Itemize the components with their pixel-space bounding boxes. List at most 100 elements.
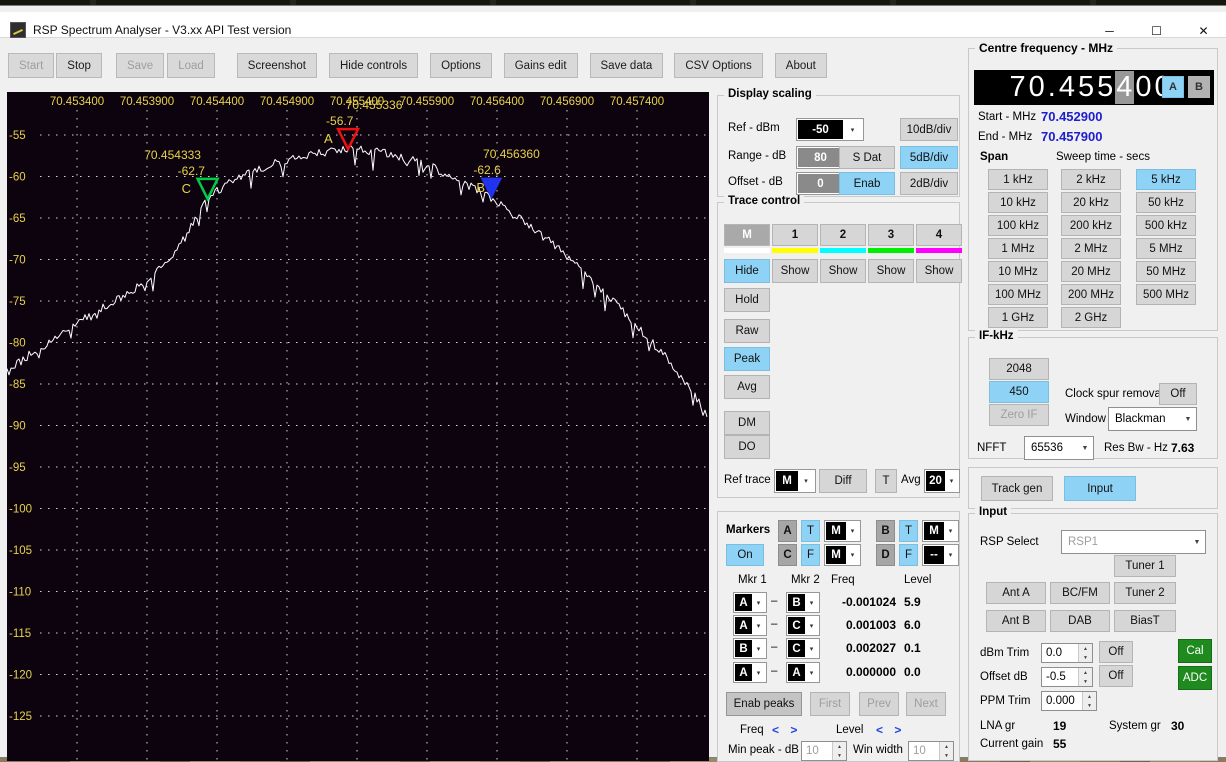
- maximize-button[interactable]: ☐: [1134, 18, 1179, 43]
- span-1-mhz-button[interactable]: 1 MHz: [988, 238, 1048, 259]
- trace-hold-button[interactable]: Hold: [724, 288, 770, 312]
- window-select[interactable]: Blackman ▼: [1108, 407, 1197, 431]
- trace-peak-button[interactable]: Peak: [724, 347, 770, 371]
- spinner-up-icon[interactable]: ▲: [1079, 644, 1092, 653]
- mkr1-select-row2[interactable]: A ▾: [733, 615, 767, 636]
- mkr1-select-row1-arrow-icon[interactable]: ▾: [752, 594, 765, 611]
- offset-trim-spinner[interactable]: -0.5 ▲ ▼: [1041, 667, 1093, 687]
- spinner-down-icon[interactable]: ▼: [1079, 677, 1092, 686]
- trace-raw-button[interactable]: Raw: [724, 319, 770, 343]
- trace-m-header-button[interactable]: M: [724, 224, 770, 246]
- enab-button[interactable]: Enab: [839, 172, 895, 195]
- track-gen-button[interactable]: Track gen: [981, 476, 1053, 501]
- offset-trim-arrows[interactable]: ▲ ▼: [1078, 668, 1092, 686]
- win-width-spinner[interactable]: 10 ▲ ▼: [908, 741, 954, 761]
- ant-a-button[interactable]: Ant A: [986, 582, 1046, 604]
- marker-b-trace-select-arrow-icon[interactable]: ▾: [944, 522, 957, 540]
- clock-spur-off-button[interactable]: Off: [1159, 383, 1197, 405]
- trace-1-header-button[interactable]: 1: [772, 224, 818, 246]
- trace-2-header-button[interactable]: 2: [820, 224, 866, 246]
- mkr2-select-row1-arrow-icon[interactable]: ▾: [805, 594, 818, 611]
- ref-dbm-dropdown-arrow-icon[interactable]: ▾: [843, 120, 862, 139]
- span-20-mhz-button[interactable]: 20 MHz: [1061, 261, 1121, 282]
- span-100-mhz-button[interactable]: 100 MHz: [988, 284, 1048, 305]
- mkr2-select-row4[interactable]: A ▾: [786, 662, 820, 683]
- toolbar-button-save[interactable]: Save: [115, 53, 165, 78]
- span-200-khz-button[interactable]: 200 kHz: [1061, 215, 1121, 236]
- span-1-ghz-button[interactable]: 1 GHz: [988, 307, 1048, 328]
- marker-c-trace-select[interactable]: M ▾: [824, 544, 861, 566]
- tuner-2-button[interactable]: Tuner 2: [1114, 582, 1176, 604]
- mkr1-select-row3[interactable]: B ▾: [733, 638, 767, 659]
- biast-button[interactable]: BiasT: [1114, 610, 1176, 632]
- window-dropdown-arrow-icon[interactable]: ▼: [1180, 416, 1196, 423]
- trace-2-show-button[interactable]: Show: [820, 259, 866, 283]
- mkr2-select-row2-arrow-icon[interactable]: ▾: [805, 617, 818, 634]
- frequency-digit-2[interactable]: .: [1046, 71, 1057, 104]
- 10db-div-button[interactable]: 10dB/div: [900, 118, 958, 141]
- toolbar-button-stop[interactable]: Stop: [56, 53, 102, 78]
- cal-button[interactable]: Cal: [1178, 639, 1212, 663]
- toolbar-button-csv-options[interactable]: CSV Options: [674, 53, 763, 78]
- t-button[interactable]: T: [875, 469, 897, 493]
- span-5-khz-button[interactable]: 5 kHz: [1136, 169, 1196, 190]
- enab-peaks-button[interactable]: Enab peaks: [726, 692, 802, 716]
- trace-3-show-button[interactable]: Show: [868, 259, 914, 283]
- marker-d-button[interactable]: D: [876, 544, 895, 566]
- span-2-mhz-button[interactable]: 2 MHz: [1061, 238, 1121, 259]
- mkr1-select-row3-arrow-icon[interactable]: ▾: [752, 640, 765, 657]
- toolbar-button-hide-controls[interactable]: Hide controls: [328, 53, 419, 78]
- marker-b-track-fix-button[interactable]: T: [899, 520, 918, 542]
- 5db-div-button[interactable]: 5dB/div: [900, 146, 958, 169]
- avg-count-dropdown-arrow-icon[interactable]: ▾: [945, 471, 958, 491]
- s-dat-button[interactable]: S Dat: [839, 146, 895, 169]
- diff-button[interactable]: Diff: [819, 469, 867, 493]
- vfo-b-button[interactable]: B: [1188, 76, 1210, 98]
- trace-do-button[interactable]: DO: [724, 435, 770, 459]
- bc-fm-button[interactable]: BC/FM: [1050, 582, 1110, 604]
- span-10-khz-button[interactable]: 10 kHz: [988, 192, 1048, 213]
- spinner-up-icon[interactable]: ▲: [833, 742, 846, 751]
- dab-button[interactable]: DAB: [1050, 610, 1110, 632]
- mkr1-select-row1[interactable]: A ▾: [733, 592, 767, 613]
- rsp-select-dropdown-arrow-icon[interactable]: ▼: [1189, 539, 1205, 546]
- marker-C-triangle-icon[interactable]: [195, 177, 220, 202]
- frequency-digit-1[interactable]: 0: [1027, 71, 1046, 104]
- freq-nav-arrows[interactable]: < >: [772, 723, 801, 737]
- mkr1-select-row4[interactable]: A ▾: [733, 662, 767, 683]
- vfo-a-button[interactable]: A: [1162, 76, 1184, 98]
- spinner-down-icon[interactable]: ▼: [1083, 701, 1096, 710]
- ref-trace-dropdown-arrow-icon[interactable]: ▾: [798, 471, 814, 491]
- frequency-digit-3[interactable]: 4: [1057, 71, 1076, 104]
- min-peak-spinner-arrows[interactable]: ▲ ▼: [832, 742, 846, 760]
- spinner-down-icon[interactable]: ▼: [940, 751, 953, 760]
- trace-dm-button[interactable]: DM: [724, 411, 770, 435]
- next-peak-button[interactable]: Next: [906, 692, 946, 716]
- dbm-trim-spinner[interactable]: 0.0 ▲ ▼: [1041, 643, 1093, 663]
- avg-count-select[interactable]: 20 ▾: [924, 469, 960, 493]
- if-450-button[interactable]: 450: [989, 381, 1049, 403]
- ppm-trim-spinner[interactable]: 0.000 ▲ ▼: [1041, 691, 1097, 711]
- toolbar-button-screenshot[interactable]: Screenshot: [236, 53, 317, 78]
- dbm-trim-off-button[interactable]: Off: [1099, 641, 1133, 663]
- trace-4-header-button[interactable]: 4: [916, 224, 962, 246]
- span-5-mhz-button[interactable]: 5 MHz: [1136, 238, 1196, 259]
- toolbar-button-gains-edit[interactable]: Gains edit: [503, 53, 578, 78]
- trace-avg-button[interactable]: Avg: [724, 375, 770, 399]
- ant-b-button[interactable]: Ant B: [986, 610, 1046, 632]
- prev-peak-button[interactable]: Prev: [859, 692, 899, 716]
- centre-frequency-display[interactable]: 70.455400 A B: [974, 70, 1214, 105]
- spinner-up-icon[interactable]: ▲: [1083, 692, 1096, 701]
- span-2-ghz-button[interactable]: 2 GHz: [1061, 307, 1121, 328]
- first-peak-button[interactable]: First: [810, 692, 850, 716]
- marker-c-trace-select-arrow-icon[interactable]: ▾: [846, 546, 859, 564]
- frequency-digit-6[interactable]: 4: [1114, 71, 1134, 104]
- minimize-button[interactable]: ─: [1087, 18, 1132, 43]
- spinner-down-icon[interactable]: ▼: [833, 751, 846, 760]
- if-2048-button[interactable]: 2048: [989, 358, 1049, 380]
- tuner-1-button[interactable]: Tuner 1: [1114, 555, 1176, 577]
- span-50-mhz-button[interactable]: 50 MHz: [1136, 261, 1196, 282]
- marker-d-trace-select[interactable]: -- ▾: [922, 544, 959, 566]
- level-nav-arrows[interactable]: < >: [876, 723, 905, 737]
- marker-A-triangle-icon[interactable]: [336, 127, 361, 152]
